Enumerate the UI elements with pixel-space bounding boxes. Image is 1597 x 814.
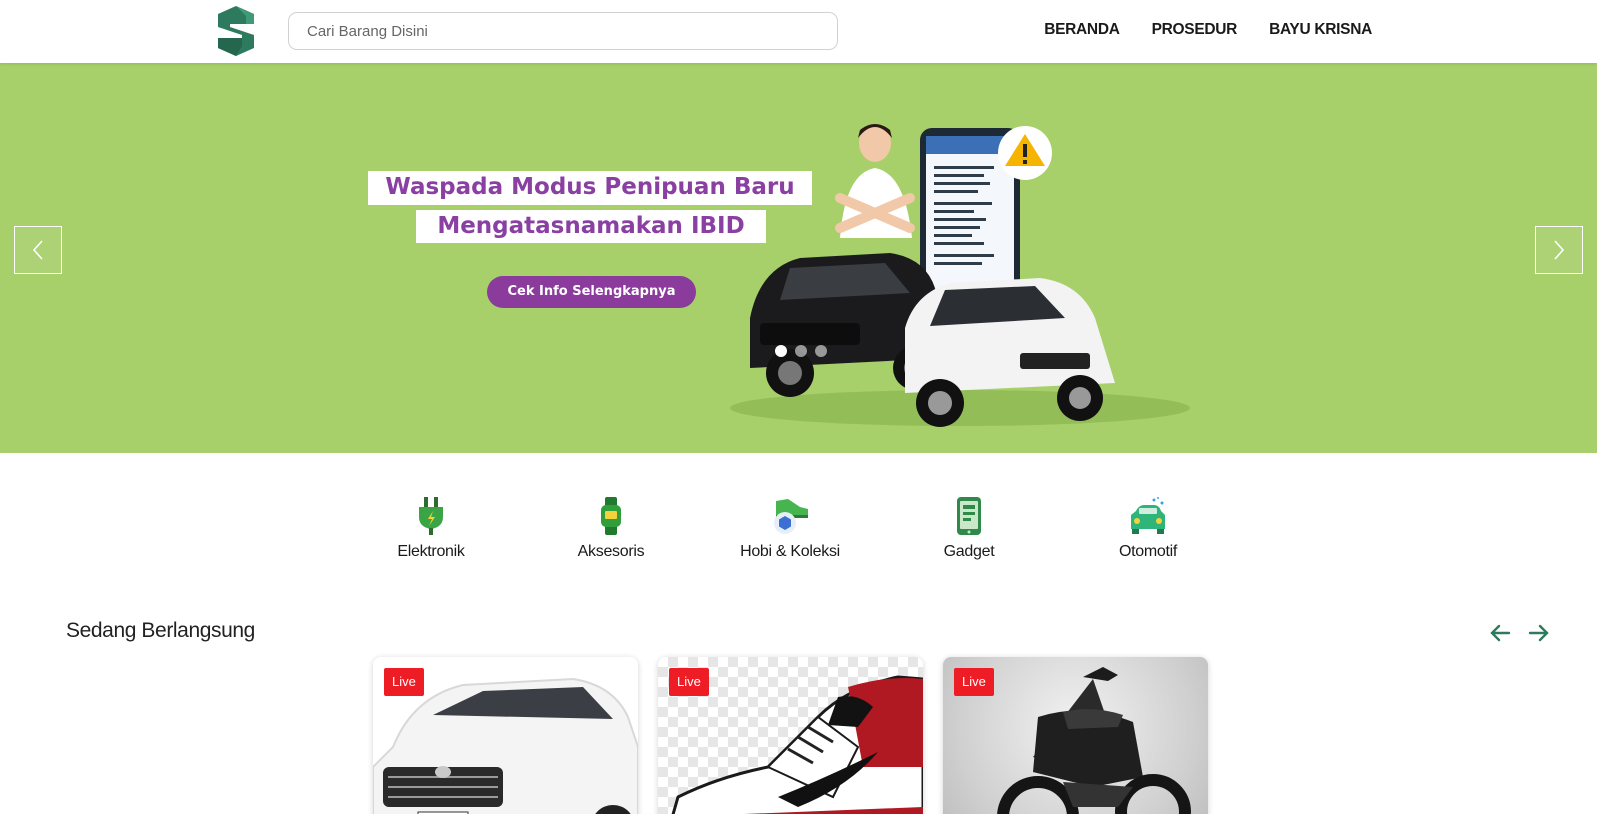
- phone-icon: [894, 495, 1044, 535]
- category-elektronik[interactable]: Elektronik: [356, 495, 506, 561]
- banner-illustration: [730, 124, 1190, 427]
- arrow-left-icon: [1490, 624, 1511, 642]
- chevron-right-icon: [1554, 240, 1565, 260]
- auction-card[interactable]: Live: [658, 657, 923, 814]
- banner-title-line-2: Mengatasnamakan IBID: [416, 210, 766, 243]
- scroll-right-button[interactable]: [1524, 620, 1554, 646]
- banner-cta-button[interactable]: Cek Info Selengkapnya: [487, 276, 696, 308]
- search-input[interactable]: [288, 12, 838, 50]
- sneaker-icon: [715, 495, 865, 535]
- category-gadget[interactable]: Gadget: [894, 495, 1044, 561]
- live-badge: Live: [669, 668, 709, 696]
- category-aksesoris[interactable]: Aksesoris: [536, 495, 686, 561]
- nav-beranda[interactable]: BERANDA: [1044, 21, 1120, 39]
- category-hobi-koleksi[interactable]: Hobi & Koleksi: [715, 495, 865, 561]
- nav-prosedur[interactable]: PROSEDUR: [1152, 21, 1238, 39]
- promo-banner[interactable]: Waspada Modus Penipuan Baru Mengatasnama…: [0, 63, 1597, 453]
- arrow-right-icon: [1528, 624, 1549, 642]
- category-label: Gadget: [943, 543, 995, 560]
- carousel-indicators: [775, 345, 827, 357]
- carousel-dot-1[interactable]: [775, 345, 787, 357]
- carousel-prev-button[interactable]: [14, 226, 62, 274]
- carousel-next-button[interactable]: [1535, 226, 1583, 274]
- watch-icon: [536, 495, 686, 535]
- logo-icon[interactable]: [212, 6, 260, 56]
- auction-card[interactable]: Live: [373, 657, 638, 814]
- category-otomotif[interactable]: Otomotif: [1073, 495, 1223, 561]
- chevron-left-icon: [32, 240, 43, 260]
- main-nav: BERANDA PROSEDUR BAYU KRISNA: [1044, 21, 1372, 39]
- carousel-dot-3[interactable]: [815, 345, 827, 357]
- auction-card[interactable]: Live: [943, 657, 1208, 814]
- category-label: Elektronik: [397, 543, 465, 560]
- top-header: BERANDA PROSEDUR BAYU KRISNA: [0, 0, 1597, 63]
- carousel-dot-2[interactable]: [795, 345, 807, 357]
- category-label: Hobi & Koleksi: [740, 543, 840, 560]
- nav-user-account[interactable]: BAYU KRISNA: [1269, 21, 1372, 39]
- live-badge: Live: [954, 668, 994, 696]
- car-icon: [1073, 495, 1223, 535]
- category-label: Otomotif: [1118, 543, 1178, 560]
- live-badge: Live: [384, 668, 424, 696]
- category-label: Aksesoris: [577, 543, 645, 560]
- scroll-left-button[interactable]: [1485, 620, 1515, 646]
- category-bar: Elektronik Aksesoris Hobi & Koleksi Gadg…: [0, 495, 1597, 565]
- plug-icon: [356, 495, 506, 535]
- section-title: Sedang Berlangsung: [66, 619, 255, 642]
